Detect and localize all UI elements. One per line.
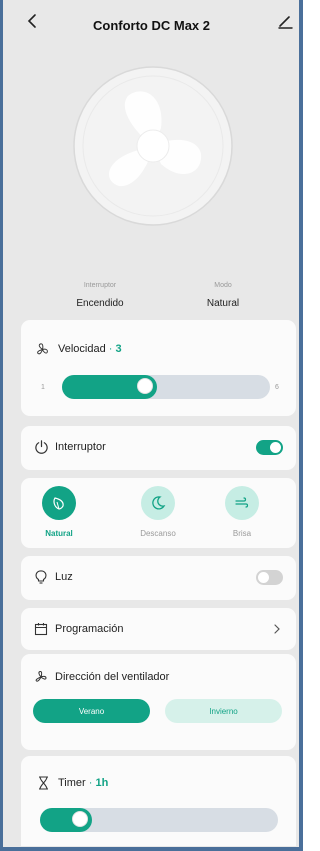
fan-speed-icon xyxy=(37,343,48,355)
direction-label: Dirección del ventilador xyxy=(55,671,170,683)
direction-invierno-button[interactable]: Invierno xyxy=(165,699,282,723)
app-screen: Conforto DC Max 2 Interruptor Encendido … xyxy=(0,0,303,851)
power-status-value: Encendido xyxy=(76,298,124,309)
direction-card: Dirección del ventilador Verano Invierno xyxy=(21,654,296,750)
mode-descanso-circle xyxy=(141,486,175,520)
mode-descanso-label: Descanso xyxy=(140,529,176,538)
power-switch-card: Interruptor xyxy=(21,426,296,470)
power-status: Interruptor Encendido xyxy=(45,282,155,309)
timer-card: Timer · 1h xyxy=(21,756,296,846)
mode-brisa-circle xyxy=(225,486,259,520)
mode-descanso-button[interactable]: Descanso xyxy=(128,486,188,538)
page-title: Conforto DC Max 2 xyxy=(93,18,210,33)
mode-status-label: Modo xyxy=(214,282,232,289)
mode-brisa-label: Brisa xyxy=(232,529,252,538)
direction-verano-button[interactable]: Verano xyxy=(33,699,150,723)
moon-icon xyxy=(152,496,166,510)
timer-slider[interactable] xyxy=(40,808,278,832)
power-status-label: Interruptor xyxy=(83,282,117,289)
separator-dot: · xyxy=(88,777,93,789)
light-label: Luz xyxy=(55,571,73,583)
mode-status: Modo Natural xyxy=(168,282,278,309)
mode-brisa-button[interactable]: Brisa xyxy=(212,486,272,538)
top-bar: Conforto DC Max 2 xyxy=(0,0,303,40)
power-switch-label: Interruptor xyxy=(55,441,106,453)
edit-icon[interactable] xyxy=(276,12,294,30)
mode-natural-label: Natural xyxy=(45,529,73,538)
frame-bottom-border xyxy=(0,847,303,851)
hourglass-icon xyxy=(39,776,48,790)
light-card: Luz xyxy=(21,556,296,600)
speed-slider-knob[interactable] xyxy=(137,378,153,394)
speed-value: 3 xyxy=(115,343,122,355)
fan-direction-icon xyxy=(35,670,47,682)
mode-natural-button[interactable]: Natural xyxy=(29,486,89,538)
calendar-icon xyxy=(34,623,48,636)
chevron-right-icon xyxy=(274,624,280,634)
timer-slider-knob[interactable] xyxy=(72,811,88,827)
light-toggle-knob xyxy=(258,572,269,583)
speed-min-label: 1 xyxy=(41,384,45,391)
speed-max-label: 6 xyxy=(275,384,279,391)
leaf-icon xyxy=(53,497,64,510)
bulb-icon xyxy=(35,570,47,584)
frame-right-border xyxy=(299,0,303,851)
speed-card: Velocidad · 3 1 6 xyxy=(21,320,296,416)
timer-label-row: Timer · 1h xyxy=(58,777,108,789)
frame-left-border xyxy=(0,0,3,851)
power-icon xyxy=(35,440,48,454)
wind-icon xyxy=(235,497,249,508)
timer-label: Timer xyxy=(58,777,86,789)
schedule-label: Programación xyxy=(55,623,124,635)
speed-label-row: Velocidad · 3 xyxy=(58,343,122,355)
power-toggle-knob xyxy=(270,442,281,453)
separator-dot: · xyxy=(108,343,113,355)
mode-status-value: Natural xyxy=(206,298,240,309)
speed-label: Velocidad xyxy=(58,343,106,355)
timer-value: 1h xyxy=(95,777,109,789)
fan-illustration xyxy=(73,66,233,226)
light-toggle[interactable] xyxy=(256,570,283,585)
power-toggle[interactable] xyxy=(256,440,283,455)
schedule-card[interactable]: Programación xyxy=(21,608,296,650)
modes-card: Natural Descanso Brisa xyxy=(21,478,296,548)
speed-slider[interactable] xyxy=(62,375,270,399)
mode-natural-circle xyxy=(42,486,76,520)
